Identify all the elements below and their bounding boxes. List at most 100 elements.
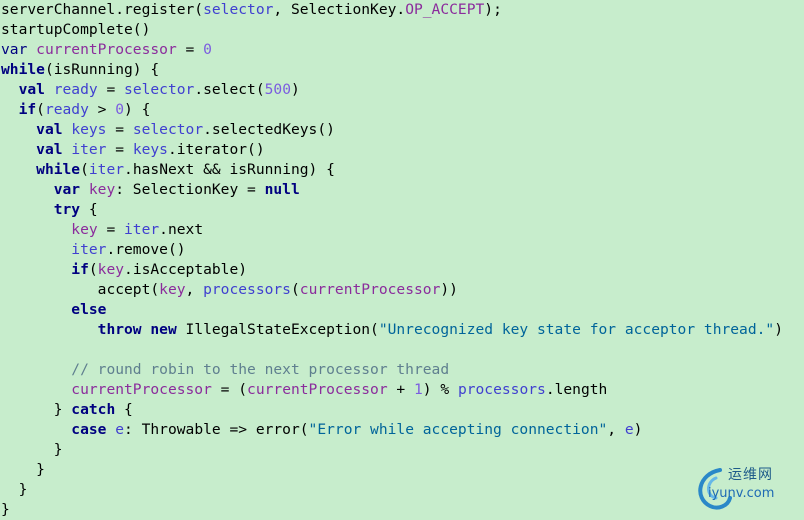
- code-token: ready: [53, 81, 98, 98]
- code-token: .length: [545, 381, 608, 398]
- code-token: catch: [71, 401, 116, 418]
- code-token: key: [71, 221, 98, 238]
- code-token: "Unrecognized key state for acceptor thr…: [378, 321, 775, 338]
- code-token: "Error while accepting connection": [308, 421, 608, 438]
- code-token: ready: [44, 101, 89, 118]
- code-token: , SelectionKey.: [273, 1, 406, 18]
- code-token: val: [18, 81, 54, 98]
- code-token: .register(: [115, 1, 204, 18]
- code-token: var: [1, 41, 37, 58]
- code-token: .remove(): [106, 241, 186, 258]
- watermark-logo: 运维网 iyunv.com: [690, 462, 798, 514]
- code-line: var key: SelectionKey = null: [1, 180, 783, 200]
- code-token: IllegalStateException(: [185, 321, 379, 338]
- code-token: (: [80, 161, 89, 178]
- code-token: e: [624, 421, 634, 438]
- code-token: var: [53, 181, 89, 198]
- code-line: if(ready > 0) {: [1, 100, 783, 120]
- code-line: }: [1, 500, 783, 520]
- code-token: ): [290, 81, 300, 98]
- code-line: val ready = selector.select(500): [1, 80, 783, 100]
- code-token: currentProcessor: [299, 281, 441, 298]
- code-token: (: [290, 281, 300, 298]
- code-token: ,: [185, 281, 204, 298]
- code-token: iter: [124, 221, 160, 238]
- code-token: = (: [211, 381, 248, 398]
- code-line: while(isRunning) {: [1, 60, 783, 80]
- code-token: =: [97, 221, 125, 238]
- code-line: else: [1, 300, 783, 320]
- code-token: val: [36, 121, 72, 138]
- code-line: } catch {: [1, 400, 783, 420]
- watermark-domain-text: iyunv.com: [708, 486, 775, 501]
- code-token: null: [264, 181, 300, 198]
- code-token: key: [97, 261, 125, 278]
- code-token: val: [36, 141, 72, 158]
- code-line: key = iter.next: [1, 220, 783, 240]
- code-token: if: [18, 101, 37, 118]
- code-token: .selectedKeys(): [203, 121, 335, 138]
- code-token: .isAcceptable): [124, 261, 248, 278]
- code-token: ,: [607, 421, 625, 438]
- code-token: }: [1, 481, 28, 498]
- code-token: .iterator(): [167, 141, 265, 158]
- code-token: accept(: [97, 281, 160, 298]
- code-line: currentProcessor = (currentProcessor + 1…: [1, 380, 783, 400]
- code-token: .select(: [194, 81, 265, 98]
- code-line: var currentProcessor = 0: [1, 40, 783, 60]
- code-editor: serverChannel.register(selector, Selecti…: [1, 0, 783, 520]
- code-token: ): [774, 321, 784, 338]
- code-token: key: [88, 181, 116, 198]
- code-token: if: [71, 261, 89, 278]
- code-line: }: [1, 480, 783, 500]
- code-line: accept(key, processors(currentProcessor)…: [1, 280, 783, 300]
- code-token: iter: [71, 241, 107, 258]
- code-line: val iter = keys.iterator(): [1, 140, 783, 160]
- code-token: startupComplete(): [1, 21, 151, 38]
- code-line: if(key.isAcceptable): [1, 260, 783, 280]
- code-token: currentProcessor: [36, 41, 177, 58]
- code-token: 500: [264, 81, 291, 98]
- code-token: iter: [88, 161, 125, 178]
- code-token: selector: [124, 81, 195, 98]
- code-token: : SelectionKey =: [115, 181, 265, 198]
- code-token: >: [88, 101, 116, 118]
- code-token: =: [97, 81, 125, 98]
- code-token: currentProcessor: [247, 381, 388, 398]
- code-token: selector: [203, 1, 274, 18]
- code-token: serverChannel: [1, 1, 116, 18]
- code-line: val keys = selector.selectedKeys(): [1, 120, 783, 140]
- code-line: }: [1, 440, 783, 460]
- code-token: }: [1, 441, 63, 458]
- code-token: }: [1, 461, 45, 478]
- code-token: e: [115, 421, 125, 438]
- code-line: // round robin to the next processor thr…: [1, 360, 783, 380]
- code-token: ): [633, 421, 643, 438]
- code-token: currentProcessor: [71, 381, 212, 398]
- code-token: }: [1, 501, 10, 518]
- code-line: throw new IllegalStateException("Unrecog…: [1, 320, 783, 340]
- code-token: ) %: [422, 381, 458, 398]
- code-token: =: [176, 41, 204, 58]
- code-token: (: [88, 261, 98, 278]
- code-token: (: [36, 101, 45, 118]
- code-token: =: [106, 141, 133, 158]
- code-line: while(iter.hasNext && isRunning) {: [1, 160, 783, 180]
- code-token: =: [106, 121, 133, 138]
- code-token: processors: [457, 381, 546, 398]
- code-token: OP_ACCEPT: [405, 1, 485, 18]
- code-token: .hasNext && isRunning) {: [124, 161, 335, 178]
